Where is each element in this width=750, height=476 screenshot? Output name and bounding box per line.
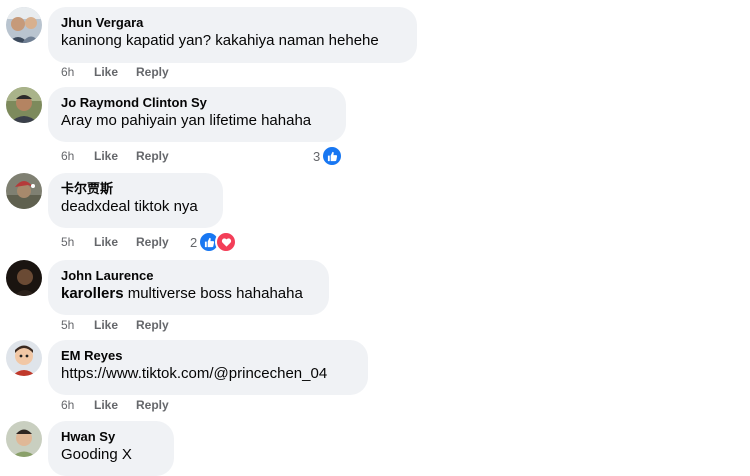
comment-time[interactable]: 6h (61, 397, 94, 413)
avatar[interactable] (6, 260, 42, 296)
comment-actions: 6h Like Reply (61, 64, 169, 80)
avatar[interactable] (6, 7, 42, 43)
reaction-summary[interactable]: 3 (313, 145, 344, 167)
comment-text-body: multiverse boss hahahaha (123, 285, 303, 302)
love-reaction-icon (215, 231, 238, 253)
mention-link[interactable]: karollers (61, 285, 124, 302)
comment-text: deadxdeal tiktok nya (61, 198, 198, 215)
like-button[interactable]: Like (94, 397, 136, 413)
comment-text: karollers multiverse boss hahahaha (61, 284, 317, 304)
like-reaction-icon (321, 145, 344, 167)
comment-bubble: EM Reyes https://www.tiktok.com/@princec… (48, 340, 368, 395)
reaction-summary[interactable]: 2 (190, 231, 238, 253)
avatar[interactable] (6, 340, 42, 376)
comment-actions: 5h Like Reply (61, 317, 169, 333)
comment-bubble: 卡尔贾斯 deadxdeal tiktok nya (48, 173, 223, 228)
comment-text: Aray mo pahiyain yan lifetime hahaha (61, 112, 312, 129)
comment-bubble: Hwan Sy Gooding X (48, 421, 174, 476)
comment-author[interactable]: Hwan Sy (61, 429, 162, 445)
like-button[interactable]: Like (94, 234, 136, 250)
like-button[interactable]: Like (94, 64, 136, 80)
comment-time[interactable]: 6h (61, 64, 94, 80)
avatar[interactable] (6, 421, 42, 457)
comment-actions: 6h Like Reply (61, 397, 169, 413)
reply-button[interactable]: Reply (136, 234, 169, 250)
comment-actions: 5h Like Reply (61, 234, 169, 250)
like-button[interactable]: Like (94, 148, 136, 164)
comment-author[interactable]: Jo Raymond Clinton Sy (61, 95, 334, 111)
reply-button[interactable]: Reply (136, 64, 169, 80)
comment-bubble: Jo Raymond Clinton Sy Aray mo pahiyain y… (48, 87, 346, 142)
reply-button[interactable]: Reply (136, 397, 169, 413)
comment-time[interactable]: 6h (61, 148, 94, 164)
avatar[interactable] (6, 87, 42, 123)
reply-button[interactable]: Reply (136, 148, 169, 164)
reaction-count: 3 (313, 148, 321, 164)
comment-author[interactable]: John Laurence (61, 268, 317, 284)
comment-bubble: John Laurence karollers multiverse boss … (48, 260, 329, 315)
comment-author[interactable]: Jhun Vergara (61, 15, 405, 31)
comment-actions: 6h Like Reply (61, 148, 169, 164)
comment-text: Gooding X (61, 446, 132, 463)
reaction-count: 2 (190, 234, 198, 250)
comment-text: kaninong kapatid yan? kakahiya naman heh… (61, 32, 379, 49)
comment-text[interactable]: https://www.tiktok.com/@princechen_04 (61, 364, 356, 384)
comment-bubble: Jhun Vergara kaninong kapatid yan? kakah… (48, 7, 417, 63)
avatar[interactable] (6, 173, 42, 209)
like-button[interactable]: Like (94, 317, 136, 333)
reply-button[interactable]: Reply (136, 317, 169, 333)
comment-author[interactable]: EM Reyes (61, 348, 356, 364)
comment-author[interactable]: 卡尔贾斯 (61, 181, 211, 197)
comment-time[interactable]: 5h (61, 234, 94, 250)
comment-time[interactable]: 5h (61, 317, 94, 333)
